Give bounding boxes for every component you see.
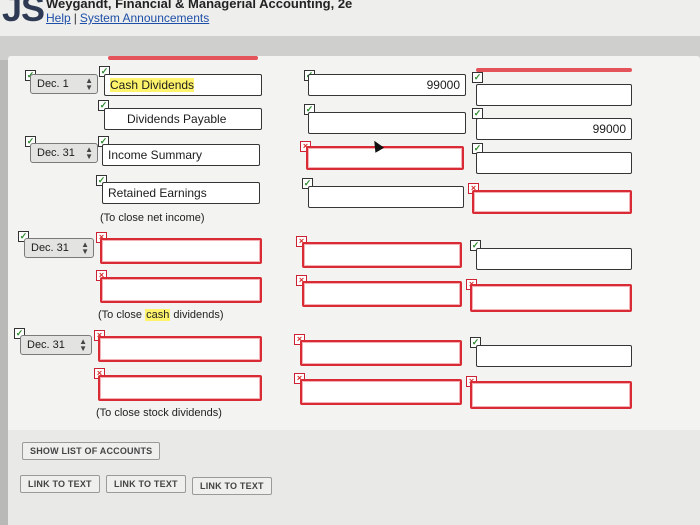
date-select-dec-31[interactable]: Dec. 31 ▲ ▼	[30, 143, 98, 163]
debit-account-field[interactable]	[98, 336, 262, 362]
debit-account-field[interactable]: Income Summary	[102, 144, 260, 166]
credit-amount-field[interactable]: 99000	[476, 118, 632, 140]
book-title: Weygandt, Financial & Managerial Account…	[46, 0, 353, 11]
credit-amount-field[interactable]	[476, 84, 632, 106]
date-select-dec-1[interactable]: Dec. 1 ▲ ▼	[30, 74, 98, 94]
debit-amount-field[interactable]	[308, 112, 466, 134]
note-highlight: cash	[145, 309, 171, 321]
credit-account-field[interactable]	[100, 277, 262, 303]
correct-icon: ✓	[472, 72, 483, 83]
select-arrows-icon: ▲ ▼	[79, 337, 87, 353]
debit-account-field[interactable]: Cash Dividends	[104, 74, 262, 96]
debit-amount-field[interactable]	[300, 340, 462, 366]
logo: JS	[2, 0, 45, 29]
debit-account-field[interactable]	[100, 238, 262, 264]
link-to-text-button-3[interactable]: LINK TO TEXT	[192, 477, 272, 495]
credit-account-field[interactable]: Retained Earnings	[102, 182, 260, 204]
debit-amount-field[interactable]	[302, 281, 462, 307]
show-list-of-accounts-button[interactable]: SHOW LIST OF ACCOUNTS	[22, 442, 161, 460]
credit-amount-field[interactable]	[470, 284, 632, 312]
date-value: Dec. 1	[37, 78, 69, 90]
date-value: Dec. 31	[27, 339, 65, 351]
debit-amount-field[interactable]	[302, 242, 462, 268]
field-edge	[476, 68, 632, 72]
debit-amount-field[interactable]	[306, 146, 464, 170]
credit-account-field[interactable]: Dividends Payable	[104, 108, 262, 130]
debit-amount-field[interactable]	[300, 379, 462, 405]
credit-amount-field[interactable]	[476, 248, 632, 270]
select-arrows-icon: ▲ ▼	[85, 76, 93, 92]
select-arrows-icon: ▲ ▼	[85, 145, 93, 161]
credit-amount-field[interactable]	[472, 190, 632, 214]
entry-note: (To close cash dividends)	[98, 309, 224, 321]
credit-amount-field[interactable]	[476, 345, 632, 367]
field-edge	[108, 56, 258, 60]
date-value: Dec. 31	[31, 242, 69, 254]
credit-amount-field[interactable]	[470, 381, 632, 409]
system-announcements-link[interactable]: System Announcements	[80, 11, 209, 25]
credit-account-field[interactable]	[98, 375, 262, 401]
entry-note: (To close net income)	[100, 212, 205, 224]
header-links: Help | System Announcements	[46, 11, 209, 25]
date-value: Dec. 31	[37, 147, 75, 159]
link-separator: |	[73, 11, 77, 25]
note-text: (To close	[98, 309, 146, 321]
date-select-dec-31[interactable]: Dec. 31 ▲ ▼	[20, 335, 92, 355]
date-select-dec-31[interactable]: Dec. 31 ▲ ▼	[24, 238, 94, 258]
select-arrows-icon: ▲ ▼	[81, 240, 89, 256]
credit-amount-field[interactable]	[476, 152, 632, 174]
debit-amount-field[interactable]	[308, 186, 464, 208]
account-value: Cash Dividends	[110, 78, 195, 92]
entry-note: (To close stock dividends)	[96, 407, 222, 419]
note-text: dividends)	[170, 309, 224, 321]
top-bar: JS Weygandt, Financial & Managerial Acco…	[0, 0, 700, 36]
link-to-text-button-2[interactable]: LINK TO TEXT	[106, 475, 186, 493]
link-to-text-button-1[interactable]: LINK TO TEXT	[20, 475, 100, 493]
help-link[interactable]: Help	[46, 11, 71, 25]
debit-amount-field[interactable]: 99000	[308, 74, 466, 96]
